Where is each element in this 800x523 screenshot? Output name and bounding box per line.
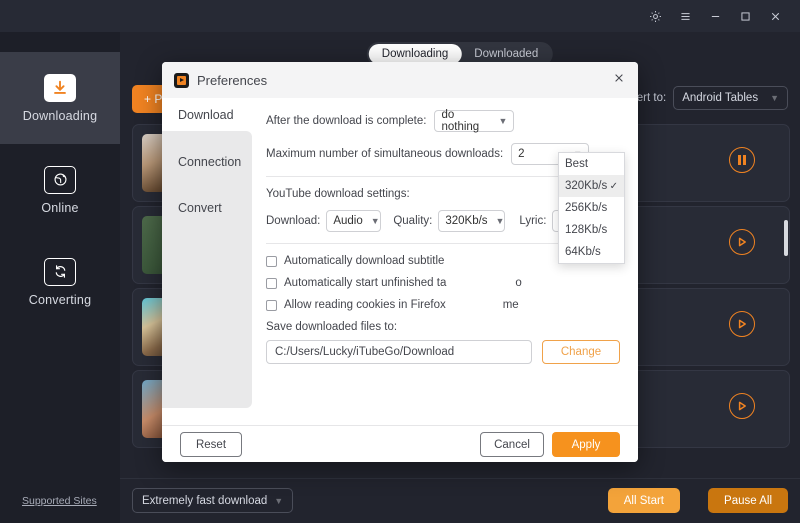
- dropdown-option[interactable]: Best: [559, 153, 624, 175]
- checkbox-row-unfinished[interactable]: Automatically start unfinished ta o: [266, 277, 620, 289]
- left-sidebar: Downloading Online Converting Supported …: [0, 32, 120, 523]
- dialog-nav-connection[interactable]: Connection: [178, 155, 252, 169]
- save-path-row: C:/Users/Lucky/iTubeGo/Download Change: [266, 340, 620, 364]
- tab-downloaded[interactable]: Downloaded: [461, 44, 551, 64]
- after-complete-row: After the download is complete: do nothi…: [266, 109, 620, 133]
- checkbox-label: Automatically start unfinished ta: [284, 277, 447, 289]
- dialog-content: After the download is complete: do nothi…: [252, 98, 638, 425]
- dropdown-option[interactable]: 256Kb/s: [559, 197, 624, 219]
- chevron-down-icon: ▼: [495, 216, 505, 226]
- reset-button[interactable]: Reset: [180, 432, 242, 457]
- checkbox-label-tail: o: [515, 277, 522, 289]
- checkbox-cookies[interactable]: [266, 299, 277, 311]
- supported-sites-link[interactable]: Supported Sites: [22, 495, 97, 507]
- dropdown-option-label: Best: [565, 158, 589, 170]
- download-type-value: Audio: [333, 215, 363, 227]
- convert-to-group: nvert to: Android Tables ▼: [625, 86, 788, 110]
- all-start-button[interactable]: All Start: [607, 488, 680, 513]
- dropdown-option-selected[interactable]: 320Kb/s ✓: [559, 175, 624, 197]
- save-path-input[interactable]: C:/Users/Lucky/iTubeGo/Download: [266, 340, 532, 364]
- menu-icon[interactable]: [670, 3, 700, 29]
- cancel-button[interactable]: Cancel: [480, 432, 544, 457]
- play-icon[interactable]: [729, 229, 755, 255]
- play-icon[interactable]: [729, 311, 755, 337]
- dropdown-option-label: 128Kb/s: [565, 224, 608, 236]
- chevron-down-icon: ▼: [274, 495, 284, 506]
- preferences-dialog: Preferences Download Connection Convert …: [162, 62, 638, 462]
- dialog-nav-convert[interactable]: Convert: [178, 201, 252, 215]
- refresh-icon: [44, 257, 76, 286]
- chevron-down-icon: ▼: [770, 93, 779, 103]
- quality-select[interactable]: 320Kb/s ▼: [438, 210, 506, 232]
- after-complete-label: After the download is complete:: [266, 115, 427, 127]
- bottom-bar: Extremely fast download ▼ All Start Paus…: [120, 478, 800, 523]
- checkbox-label: Allow reading cookies in Firefox: [284, 299, 446, 311]
- settings-gear-icon[interactable]: [640, 3, 670, 29]
- dropdown-option[interactable]: 128Kb/s: [559, 219, 624, 241]
- sidebar-item-label: Converting: [28, 292, 92, 307]
- play-icon[interactable]: [729, 393, 755, 419]
- dropdown-option-label: 256Kb/s: [565, 202, 608, 214]
- convert-to-value: Android Tables: [682, 92, 759, 104]
- globe-icon: [44, 165, 76, 194]
- lyric-label: Lyric:: [519, 215, 547, 227]
- checkbox-row-cookies[interactable]: Allow reading cookies in Firefox me: [266, 299, 620, 311]
- download-icon: [44, 73, 76, 102]
- minimize-icon[interactable]: [700, 3, 730, 29]
- dialog-body: Download Connection Convert After the do…: [162, 98, 638, 425]
- chevron-down-icon: ▼: [498, 116, 508, 126]
- after-complete-select[interactable]: do nothing ▼: [434, 109, 515, 133]
- dialog-nav: Download Connection Convert: [162, 98, 252, 425]
- dialog-header: Preferences: [162, 62, 638, 98]
- checkbox-label-tail: me: [502, 299, 519, 311]
- chevron-down-icon: ▼: [370, 216, 380, 226]
- title-bar: [0, 0, 800, 32]
- max-downloads-label: Maximum number of simultaneous downloads…: [266, 148, 504, 160]
- save-files-label: Save downloaded files to:: [266, 321, 398, 333]
- dialog-title: Preferences: [197, 72, 268, 88]
- dropdown-option[interactable]: 64Kb/s: [559, 241, 624, 263]
- check-icon: ✓: [609, 180, 618, 192]
- list-scrollbar[interactable]: [784, 220, 788, 256]
- sidebar-item-label: Downloading: [22, 108, 98, 123]
- after-complete-value: do nothing: [441, 109, 480, 133]
- pause-icon[interactable]: [729, 147, 755, 173]
- app-logo-icon: [174, 72, 189, 88]
- dialog-nav-background: [162, 131, 252, 408]
- application-window: Downloading Online Converting Supported …: [0, 0, 800, 523]
- checkbox-label: Automatically download subtitle: [284, 255, 445, 267]
- change-folder-button[interactable]: Change: [542, 340, 620, 364]
- convert-to-select[interactable]: Android Tables ▼: [673, 86, 788, 110]
- pause-all-button[interactable]: Pause All: [708, 488, 788, 513]
- close-icon[interactable]: [611, 72, 627, 88]
- dropdown-option-label: 320Kb/s: [565, 180, 608, 192]
- checkbox-subtitle[interactable]: [266, 255, 277, 267]
- dialog-footer: Reset Cancel Apply: [162, 425, 638, 462]
- sidebar-item-downloading[interactable]: Downloading: [0, 52, 120, 144]
- sidebar-item-converting[interactable]: Converting: [0, 236, 120, 328]
- download-speed-select[interactable]: Extremely fast download ▼: [132, 488, 294, 513]
- download-type-select[interactable]: Audio ▼: [326, 210, 382, 232]
- quality-dropdown-menu[interactable]: Best 320Kb/s ✓ 256Kb/s 128Kb/s 64Kb/s: [558, 152, 625, 264]
- download-speed-value: Extremely fast download: [142, 494, 268, 507]
- sidebar-item-label: Online: [41, 200, 79, 215]
- dropdown-option-label: 64Kb/s: [565, 246, 601, 258]
- sidebar-item-online[interactable]: Online: [0, 144, 120, 236]
- dialog-nav-download[interactable]: Download: [178, 108, 252, 122]
- maximize-icon[interactable]: [730, 3, 760, 29]
- max-downloads-value: 2: [518, 148, 525, 160]
- checkbox-unfinished[interactable]: [266, 277, 277, 289]
- tab-downloading[interactable]: Downloading: [368, 44, 462, 64]
- download-type-label: Download:: [266, 215, 321, 227]
- apply-button[interactable]: Apply: [552, 432, 620, 457]
- close-icon[interactable]: [760, 3, 790, 29]
- quality-value: 320Kb/s: [445, 215, 488, 227]
- quality-label: Quality:: [393, 215, 433, 227]
